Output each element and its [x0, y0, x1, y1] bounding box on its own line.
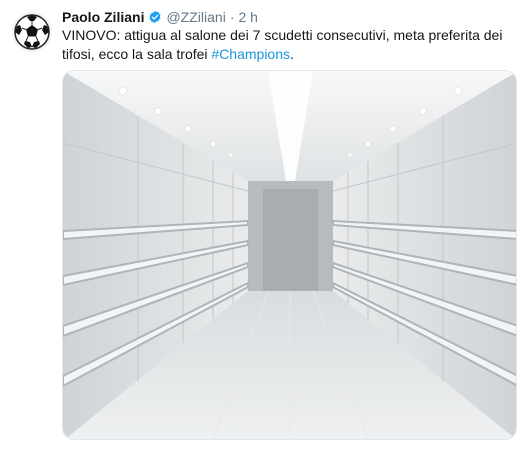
- tweet-media-image[interactable]: [62, 70, 517, 440]
- tweet: Paolo Ziliani @ZZiliani · 2 h VINOVO: at…: [0, 0, 528, 450]
- hashtag-link[interactable]: #Champions: [211, 46, 290, 62]
- tweet-text-end: .: [290, 46, 294, 62]
- trophy-room-photo: [63, 71, 516, 439]
- verified-badge-icon: [148, 10, 162, 24]
- soccer-ball-icon: [12, 12, 52, 52]
- author-handle[interactable]: @ZZiliani: [166, 8, 225, 26]
- separator-dot: ·: [229, 9, 235, 25]
- author-name[interactable]: Paolo Ziliani: [62, 8, 144, 26]
- tweet-text: VINOVO: attigua al salone dei 7 scudetti…: [62, 26, 517, 64]
- avatar[interactable]: [12, 12, 52, 52]
- tweet-header: Paolo Ziliani @ZZiliani · 2 h: [62, 8, 258, 26]
- tweet-timestamp[interactable]: 2 h: [238, 8, 257, 26]
